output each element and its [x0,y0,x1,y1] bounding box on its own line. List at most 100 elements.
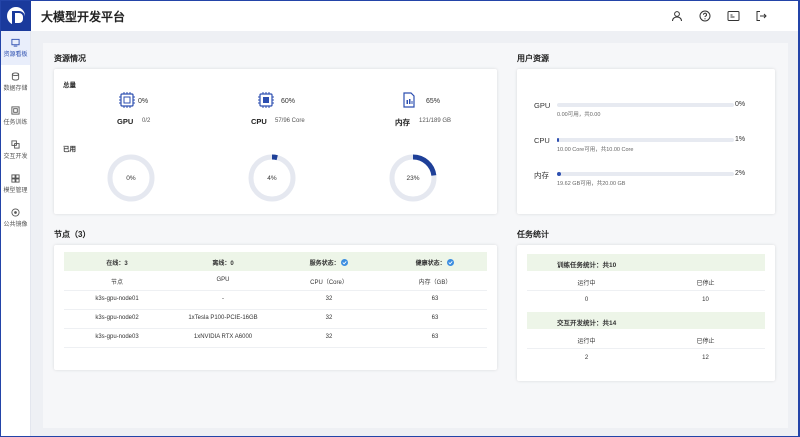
check-circle-icon [341,259,349,266]
training-stopped-label: 已停止 [696,281,715,287]
divider [64,309,487,310]
user-resource-card: GPU 0% 0.00可用，共0.00 CPU 1% 10.00 Core可用，… [517,69,775,214]
node-gpu: - [222,296,224,302]
total-label: 总量 [63,82,76,89]
divider [64,328,487,329]
node-gpu: 1xNVIDIA RTX A6000 [193,334,253,340]
user-gpu-name: GPU [534,101,551,110]
node-memory: 63 [431,334,439,340]
check-circle-icon [447,259,455,266]
divider [64,290,487,291]
col-header-cpu: CPU（Core） [310,280,348,286]
node-name: k3s-gpu-node03 [95,334,139,340]
health-status: 健康状态： [382,258,488,267]
sidebar-item-dashboard[interactable]: 资源看板 [1,31,30,65]
dashboard-icon [11,38,20,47]
nodes-card: 在线：3 离线：0 服务状态： 健康状态： 节点 GPU CPU（Core） 内… [54,245,497,370]
help-icon[interactable] [698,9,712,23]
model-icon [11,174,20,183]
service-status: 服务状态： [276,258,382,267]
user-memory-bar [557,172,734,176]
sidebar-item-training[interactable]: 任务训练 [1,99,30,133]
interactive-stopped-label: 已停止 [696,339,715,345]
interactive-stats-header: 交互开发统计：共14 [527,312,765,329]
user-cpu-name: CPU [534,136,550,145]
user-cpu-percent: 1% [735,136,746,143]
user-gpu-bar [557,103,734,107]
node-gpu: 1xTesla P100-PCIE-16GB [188,315,258,321]
interactive-stopped-count: 12 [702,355,709,361]
divider [527,348,765,349]
col-header-memory: 内存（GB） [418,280,452,286]
sidebar-item-label: 任务训练 [3,120,28,126]
training-icon [11,106,20,115]
user-memory-detail: 19.62 GB可用，共20.00 GB [557,181,626,187]
online-count: 在线：3 [106,261,128,267]
settings-panel-icon[interactable] [726,9,740,23]
task-card: 训练任务统计：共10 运行中 已停止 0 10 交互开发统计：共14 运行中 已… [517,245,775,381]
gpu-total-percent: 0% [138,98,149,105]
logout-icon[interactable] [754,9,768,23]
gpu-name: GPU [117,117,134,126]
resource-card: 总量 已用 0% GPU 0/2 60% CPU 57/96 Core 65% … [54,69,497,214]
memory-total-percent: 65% [426,98,441,105]
top-bar: 大模型开发平台 [1,1,798,31]
sidebar-item-label: 模型管理 [3,188,28,194]
training-stats-header: 训练任务统计：共10 [527,254,765,271]
user-resource-title: 用户资源 [517,54,549,63]
sidebar-item-image[interactable]: 公共镜像 [1,201,30,235]
cpu-name: CPU [251,117,267,126]
sidebar-item-model[interactable]: 模型管理 [1,167,30,201]
memory-icon [403,92,415,108]
divider [527,290,765,291]
image-icon [11,208,20,217]
user-memory-name: 内存 [534,171,549,180]
gpu-ratio: 0/2 [142,118,151,124]
cpu-total-percent: 60% [281,98,296,105]
user-gpu-detail: 0.00可用，共0.00 [557,112,601,118]
user-gpu-percent: 0% [735,101,746,108]
gpu-usage-label: 0% [126,175,136,182]
node-name: k3s-gpu-node02 [95,315,139,321]
node-memory: 63 [431,315,439,321]
nodes-section-title: 节点（3） [54,230,91,239]
content-panel: 资源情况 总量 已用 0% GPU 0/2 60% CPU 57/96 Core [43,43,788,428]
resource-section-title: 资源情况 [54,54,86,63]
cpu-usage-label: 4% [267,175,277,182]
col-header-node: 节点 [110,280,123,286]
sidebar-item-develop[interactable]: 交互开发 [1,133,30,167]
col-header-gpu: GPU [216,277,230,283]
develop-icon [11,140,20,149]
training-running-label: 运行中 [577,281,596,287]
node-name: k3s-gpu-node01 [95,296,139,302]
app-title: 大模型开发平台 [41,9,126,24]
sidebar-item-label: 资源看板 [3,52,28,58]
interactive-running-label: 运行中 [577,339,596,345]
used-label: 已用 [63,146,76,153]
sidebar-item-label: 公共镜像 [3,222,28,228]
gpu-icon [119,92,135,108]
divider [64,347,487,348]
app-logo[interactable] [1,1,31,31]
memory-ratio: 121/189 GB [419,118,452,124]
sidebar-item-label: 交互开发 [3,154,28,160]
training-running-count: 0 [584,297,589,303]
node-memory: 63 [431,296,439,302]
node-cpu: 32 [325,315,333,321]
node-cpu: 32 [325,296,333,302]
memory-name: 内存 [395,118,410,127]
sidebar-item-storage[interactable]: 数据存储 [1,65,30,99]
offline-count: 离线：0 [212,261,234,267]
training-stopped-count: 10 [702,297,709,303]
user-cpu-bar [557,138,734,142]
user-memory-percent: 2% [735,170,746,177]
user-cpu-detail: 10.00 Core可用，共10.00 Core [557,147,634,153]
node-cpu: 32 [325,334,333,340]
memory-usage-label: 23% [406,175,420,182]
service-status-label: 服务状态： [309,261,340,267]
database-icon [11,72,20,81]
sidebar-item-label: 数据存储 [3,86,28,92]
sidebar: 资源看板 数据存储 任务训练 交互开发 模型管理 公共镜像 [1,31,31,436]
interactive-running-count: 2 [584,355,589,361]
user-icon[interactable] [670,9,684,23]
